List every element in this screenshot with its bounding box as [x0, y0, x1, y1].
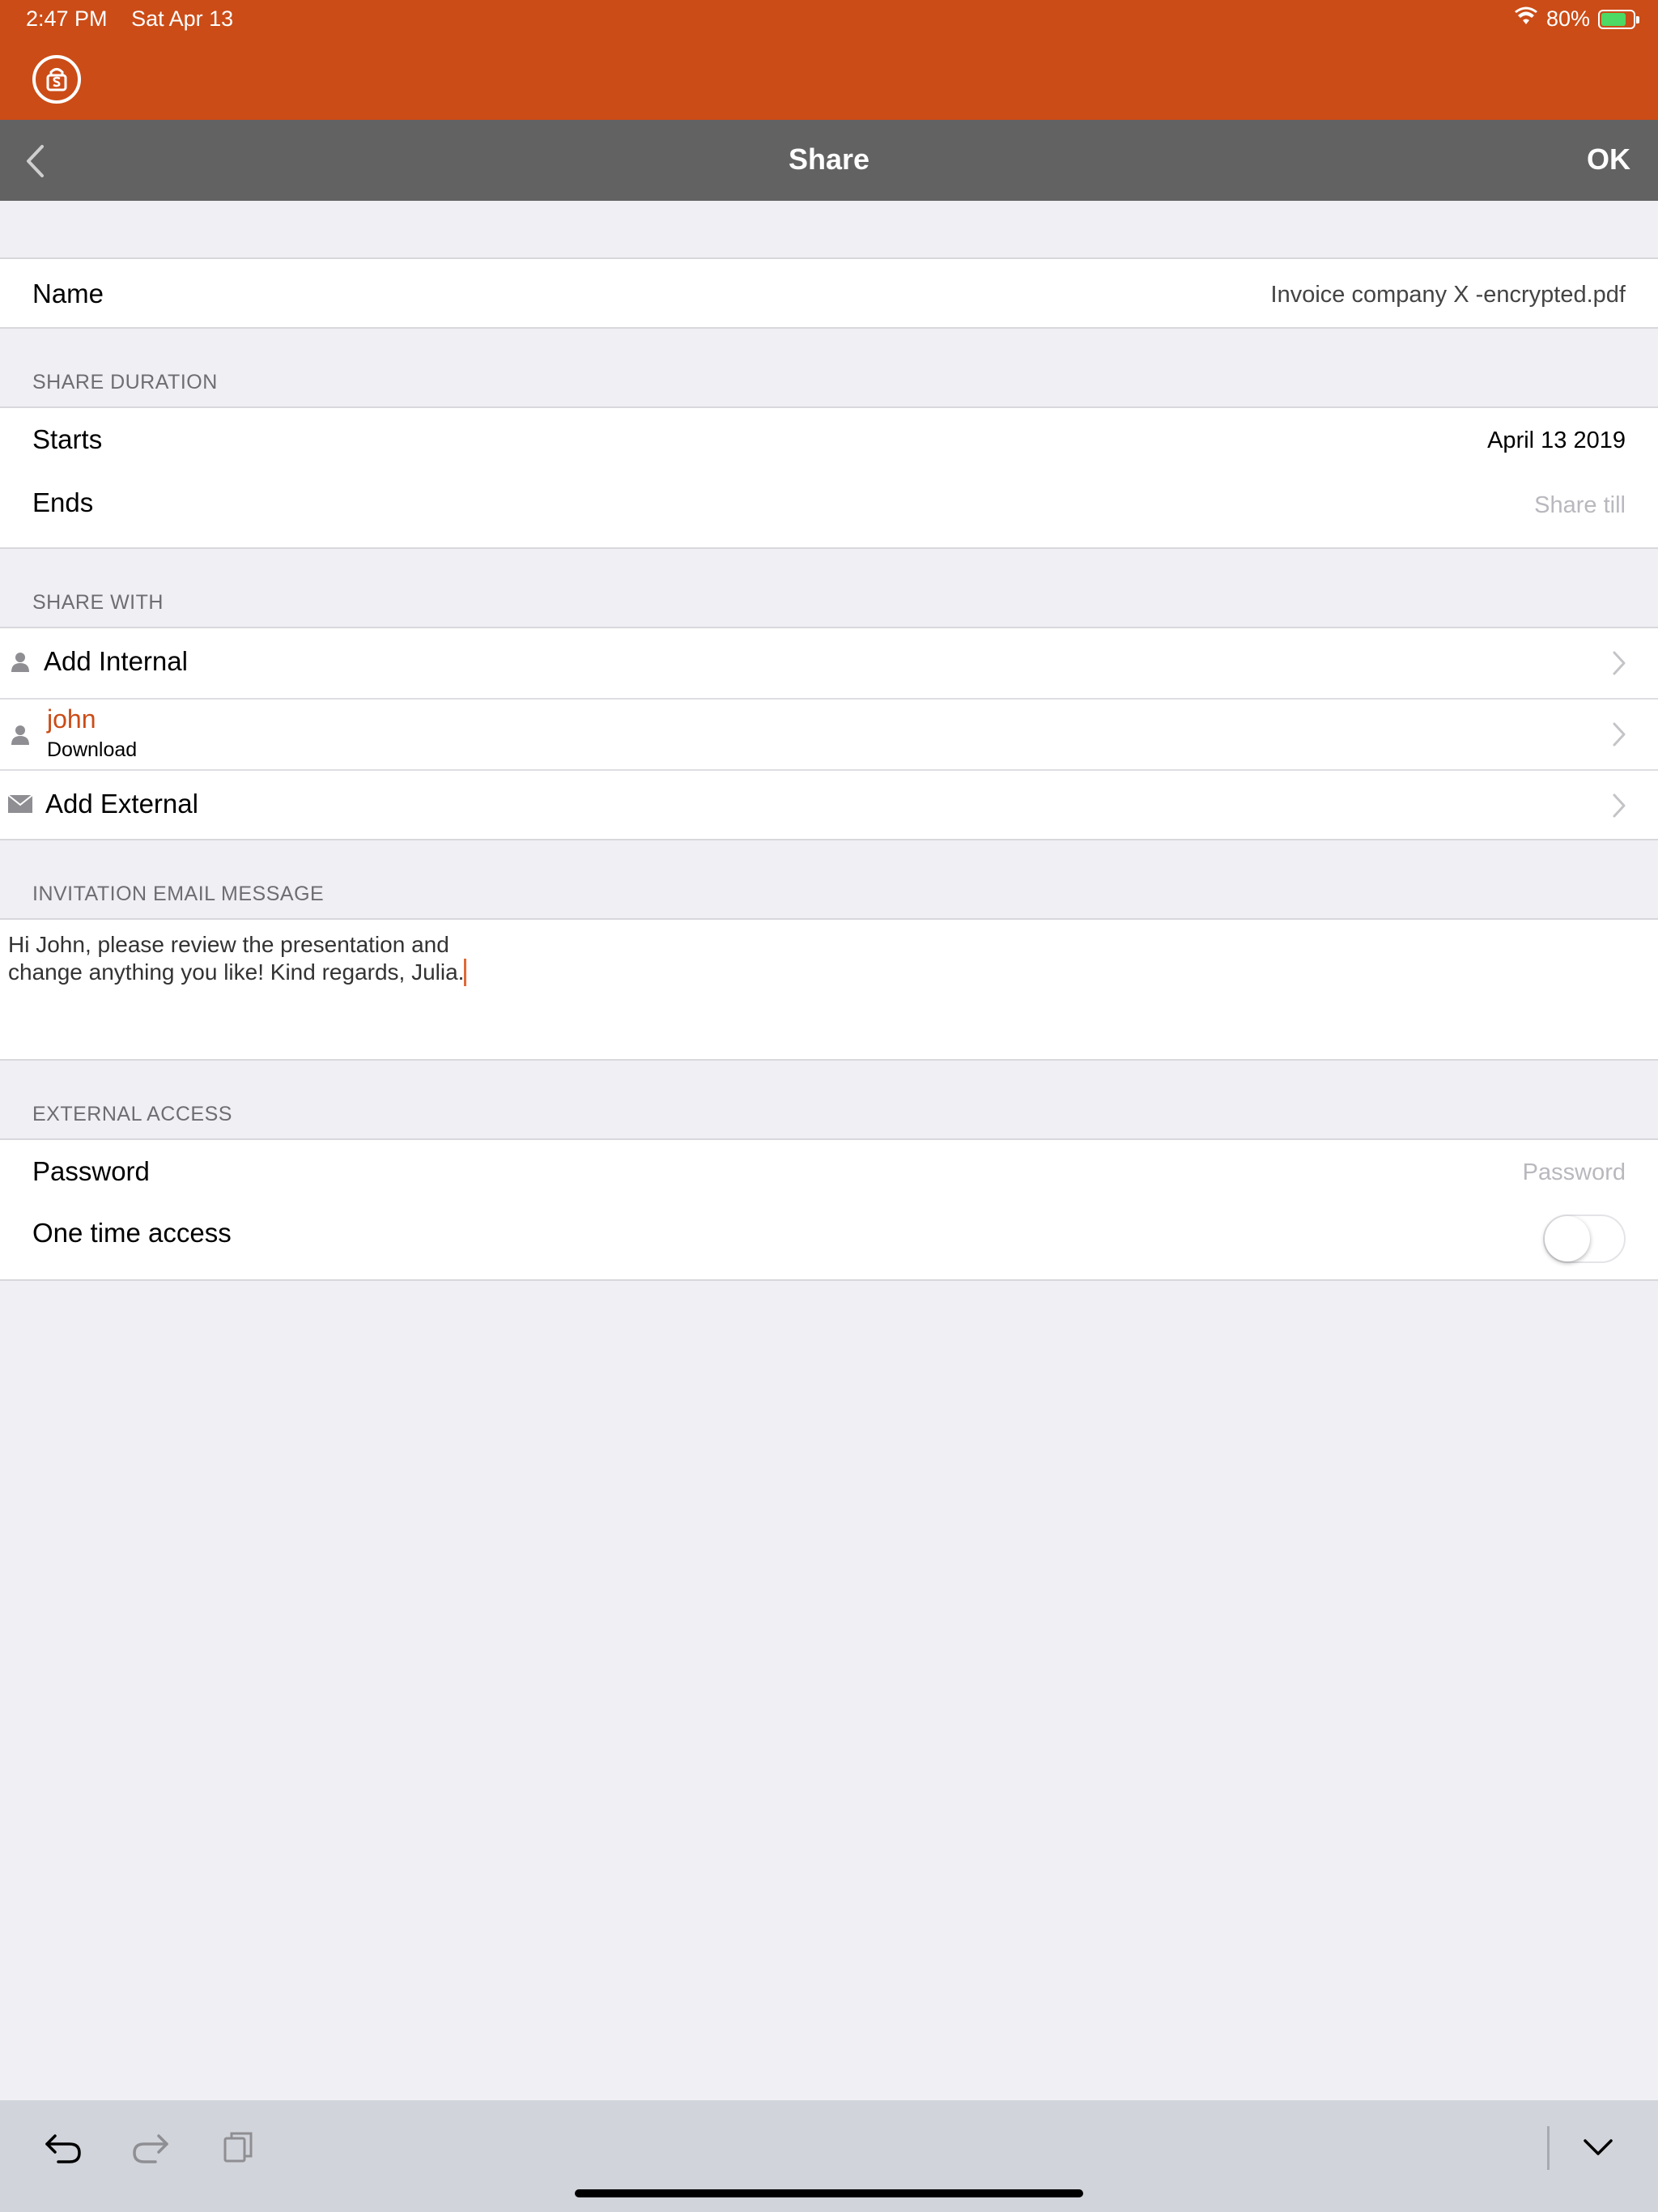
add-internal-row[interactable]: Add Internal — [0, 628, 1658, 698]
battery-charging-icon — [1598, 9, 1639, 29]
add-external-label: Add External — [45, 789, 198, 819]
toolbar-divider — [1547, 2126, 1550, 2170]
user-icon — [8, 649, 32, 674]
nav-bar: Share OK — [0, 120, 1658, 201]
ok-button[interactable]: OK — [1587, 143, 1630, 177]
one-time-access-label: One time access — [32, 1218, 232, 1248]
name-label: Name — [32, 279, 104, 308]
home-indicator — [575, 2189, 1083, 2197]
status-bar: 2:47 PM Sat Apr 13 80% — [0, 0, 1658, 39]
undo-button[interactable] — [39, 2125, 87, 2170]
file-name-value: Invoice company X -encrypted.pdf — [1270, 282, 1626, 308]
redo-icon — [133, 2134, 168, 2163]
one-time-access-toggle[interactable] — [1543, 1214, 1626, 1263]
external-access-header: EXTERNAL ACCESS — [32, 1103, 232, 1125]
wifi-icon — [1514, 6, 1538, 32]
toggle-knob — [1545, 1216, 1590, 1261]
password-input[interactable]: Password — [1523, 1159, 1626, 1186]
paste-button[interactable] — [214, 2125, 262, 2170]
ends-label: Ends — [32, 487, 94, 517]
envelope-icon — [8, 792, 32, 816]
page-title: Share — [788, 143, 870, 176]
status-time: 2:47 PM — [26, 6, 108, 31]
share-with-header: SHARE WITH — [32, 591, 164, 614]
starts-value[interactable]: April 13 2019 — [1487, 428, 1626, 454]
share-duration-header: SHARE DURATION — [32, 371, 218, 393]
chevron-down-icon — [1584, 2139, 1613, 2155]
external-access-group: Password Password One time access — [0, 1138, 1658, 1281]
add-external-row[interactable]: Add External — [0, 771, 1658, 840]
chevron-right-icon — [1613, 793, 1626, 818]
message-line-2: change anything you like! Kind regards, … — [8, 959, 465, 985]
add-internal-label: Add Internal — [44, 646, 188, 676]
shared-user-permission: Download — [47, 738, 138, 761]
app-logo-icon[interactable] — [32, 55, 81, 104]
one-time-access-row: One time access — [0, 1205, 1658, 1278]
paste-icon — [223, 2132, 253, 2163]
chevron-right-icon — [1613, 651, 1626, 675]
shared-user-row[interactable]: john Download — [0, 700, 1658, 769]
name-group: Name Invoice company X -encrypted.pdf — [0, 257, 1658, 329]
text-cursor — [464, 959, 467, 986]
starts-label: Starts — [32, 424, 103, 454]
share-with-group: Add Internal john Download Add External — [0, 627, 1658, 840]
undo-icon — [45, 2134, 81, 2163]
password-row[interactable]: Password Password — [0, 1140, 1658, 1210]
battery-percent: 80% — [1545, 6, 1590, 31]
invitation-message-text[interactable]: Hi John, please review the presentation … — [8, 931, 818, 986]
shared-user-name: john — [47, 704, 96, 734]
password-label: Password — [32, 1156, 150, 1186]
ends-field[interactable]: Share till — [1534, 492, 1626, 519]
ends-row[interactable]: Ends Share till — [0, 473, 1658, 542]
share-duration-group: Starts April 13 2019 Ends Share till — [0, 406, 1658, 549]
user-icon — [8, 722, 32, 747]
status-date: Sat Apr 13 — [131, 6, 234, 31]
invitation-header: INVITATION EMAIL MESSAGE — [32, 883, 325, 905]
starts-row[interactable]: Starts April 13 2019 — [0, 408, 1658, 478]
message-line-1: Hi John, please review the presentation … — [8, 932, 449, 957]
app-header: 2:47 PM Sat Apr 13 80% — [0, 0, 1658, 120]
redo-button[interactable] — [126, 2125, 175, 2170]
dismiss-keyboard-button[interactable] — [1574, 2125, 1622, 2170]
chevron-right-icon — [1613, 722, 1626, 747]
